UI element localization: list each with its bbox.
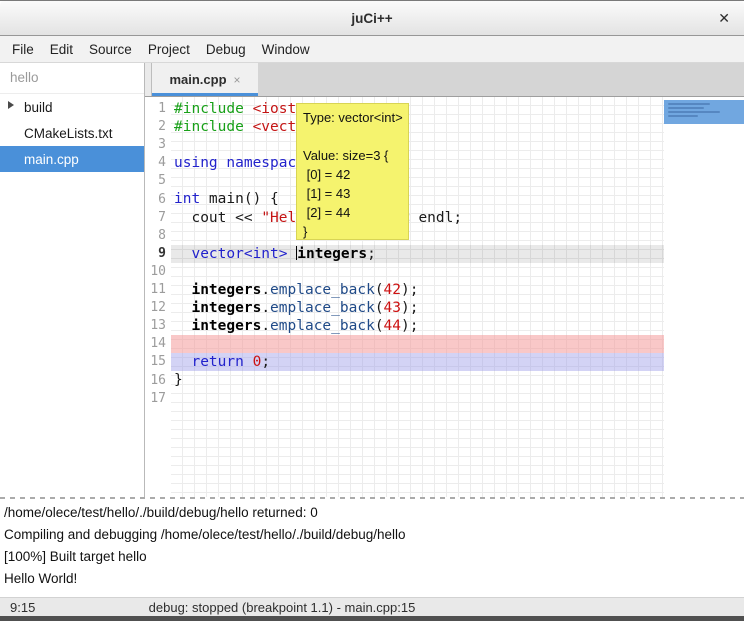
code-line-8 bbox=[171, 227, 664, 245]
line-number[interactable]: 11 bbox=[145, 281, 166, 299]
menu-source[interactable]: Source bbox=[81, 38, 140, 61]
line-number-gutter: 1234567891011121314151617 bbox=[145, 97, 171, 497]
code-text-layer: #include <iostream>#include <vector> usin… bbox=[171, 97, 664, 497]
debug-value-tooltip: Type: vector<int> Value: size=3 { [0] = … bbox=[296, 103, 409, 240]
tab-label: main.cpp bbox=[169, 72, 226, 87]
code-line-16: } bbox=[171, 371, 664, 389]
line-number[interactable]: 4 bbox=[145, 154, 166, 172]
line-number[interactable]: 7 bbox=[145, 209, 166, 227]
menu-project[interactable]: Project bbox=[140, 38, 198, 61]
line-number[interactable]: 17 bbox=[145, 390, 166, 408]
sidebar-item-cmakelists-txt[interactable]: CMakeLists.txt bbox=[0, 120, 144, 146]
window-title: juCi++ bbox=[351, 11, 392, 26]
tab-bar: main.cpp × bbox=[145, 63, 744, 97]
minimap-line bbox=[668, 103, 710, 105]
app-window: juCi++ ✕ FileEditSourceProjectDebugWindo… bbox=[0, 0, 744, 621]
code-line-14 bbox=[171, 335, 664, 353]
tree-item-label: CMakeLists.txt bbox=[0, 126, 113, 141]
terminal-output-line: Hello World! bbox=[4, 568, 740, 590]
menu-debug[interactable]: Debug bbox=[198, 38, 254, 61]
menu-bar: FileEditSourceProjectDebugWindow bbox=[0, 36, 744, 63]
line-number[interactable]: 16 bbox=[145, 372, 166, 390]
close-icon[interactable]: ✕ bbox=[718, 9, 730, 27]
code-line-15: return 0; bbox=[171, 353, 664, 371]
code-line-17 bbox=[171, 390, 664, 408]
line-number[interactable]: 15 bbox=[145, 353, 166, 371]
menu-edit[interactable]: Edit bbox=[42, 38, 81, 61]
project-filter-input[interactable]: hello bbox=[0, 63, 144, 94]
tooltip-text-line: [2] = 44 bbox=[303, 203, 402, 222]
code-editor[interactable]: 1234567891011121314151617 #include <iost… bbox=[145, 97, 744, 497]
line-number[interactable]: 10 bbox=[145, 263, 166, 281]
code-line-11: integers.emplace_back(42); bbox=[171, 281, 664, 299]
tab-close-icon[interactable]: × bbox=[234, 73, 241, 87]
menu-window[interactable]: Window bbox=[254, 38, 318, 61]
sidebar-item-main-cpp[interactable]: main.cpp bbox=[0, 146, 144, 172]
terminal-panel[interactable]: /home/olece/test/hello/./build/debug/hel… bbox=[0, 497, 744, 597]
code-line-1: #include <iostream> bbox=[171, 100, 664, 118]
code-line-4: using namespace std; bbox=[171, 154, 664, 172]
code-line-9: vector<int> integers; bbox=[171, 245, 664, 263]
tooltip-text-line: [1] = 43 bbox=[303, 184, 402, 203]
tooltip-text-line: [0] = 42 bbox=[303, 165, 402, 184]
line-number[interactable]: 1 bbox=[145, 100, 166, 118]
terminal-output-line: /home/olece/test/hello/./build/debug/hel… bbox=[4, 502, 740, 524]
pane-splitter-handle[interactable] bbox=[0, 497, 744, 499]
expander-arrow-icon[interactable] bbox=[8, 101, 14, 109]
line-number[interactable]: 8 bbox=[145, 227, 166, 245]
code-line-13: integers.emplace_back(44); bbox=[171, 317, 664, 335]
debug-status-label: debug: stopped (breakpoint 1.1) - main.c… bbox=[0, 600, 564, 615]
sidebar-item-build[interactable]: build bbox=[0, 94, 144, 120]
file-tree: build CMakeLists.txt main.cpp bbox=[0, 94, 144, 172]
terminal-output-line: [100%] Built target hello bbox=[4, 546, 740, 568]
editor-column: main.cpp × 1234567891011121314151617 #in… bbox=[145, 63, 744, 497]
line-number[interactable]: 6 bbox=[145, 191, 166, 209]
code-line-12: integers.emplace_back(43); bbox=[171, 299, 664, 317]
line-number[interactable]: 3 bbox=[145, 136, 166, 154]
tab-main-cpp[interactable]: main.cpp × bbox=[152, 63, 258, 96]
line-number[interactable]: 9 bbox=[145, 245, 166, 263]
terminal-output-line: Compiling and debugging /home/olece/test… bbox=[4, 524, 740, 546]
line-number[interactable]: 12 bbox=[145, 299, 166, 317]
main-area: hello build CMakeLists.txt main.cpp main.c… bbox=[0, 63, 744, 497]
status-bar: 9:15 debug: stopped (breakpoint 1.1) - m… bbox=[0, 597, 744, 616]
tab-bar-spacer bbox=[145, 63, 152, 96]
file-tree-sidebar: hello build CMakeLists.txt main.cpp bbox=[0, 63, 145, 497]
minimap-line bbox=[668, 111, 720, 113]
tooltip-text-line bbox=[303, 127, 402, 146]
code-line-2: #include <vector> bbox=[171, 118, 664, 136]
line-number[interactable]: 2 bbox=[145, 118, 166, 136]
tooltip-text-line: Value: size=3 { bbox=[303, 146, 402, 165]
tooltip-text-line: } bbox=[303, 222, 402, 241]
line-number[interactable]: 13 bbox=[145, 317, 166, 335]
line-number[interactable]: 14 bbox=[145, 335, 166, 353]
code-line-6: int main() { bbox=[171, 190, 664, 208]
tree-item-label: main.cpp bbox=[0, 152, 79, 167]
minimap-column[interactable] bbox=[664, 97, 744, 497]
tooltip-text-line: Type: vector<int> bbox=[303, 108, 402, 127]
code-line-7: cout << "Hello World!" << endl; bbox=[171, 209, 664, 227]
line-number[interactable]: 5 bbox=[145, 172, 166, 190]
window-bottom-edge bbox=[0, 616, 744, 621]
code-line-10 bbox=[171, 263, 664, 281]
minimap-line bbox=[668, 107, 704, 109]
title-bar: juCi++ ✕ bbox=[0, 1, 744, 36]
menu-file[interactable]: File bbox=[4, 38, 42, 61]
minimap-code-preview[interactable] bbox=[664, 100, 744, 124]
code-line-5 bbox=[171, 172, 664, 190]
code-line-3 bbox=[171, 136, 664, 154]
minimap-line bbox=[668, 115, 698, 117]
active-tab-indicator bbox=[152, 93, 258, 96]
